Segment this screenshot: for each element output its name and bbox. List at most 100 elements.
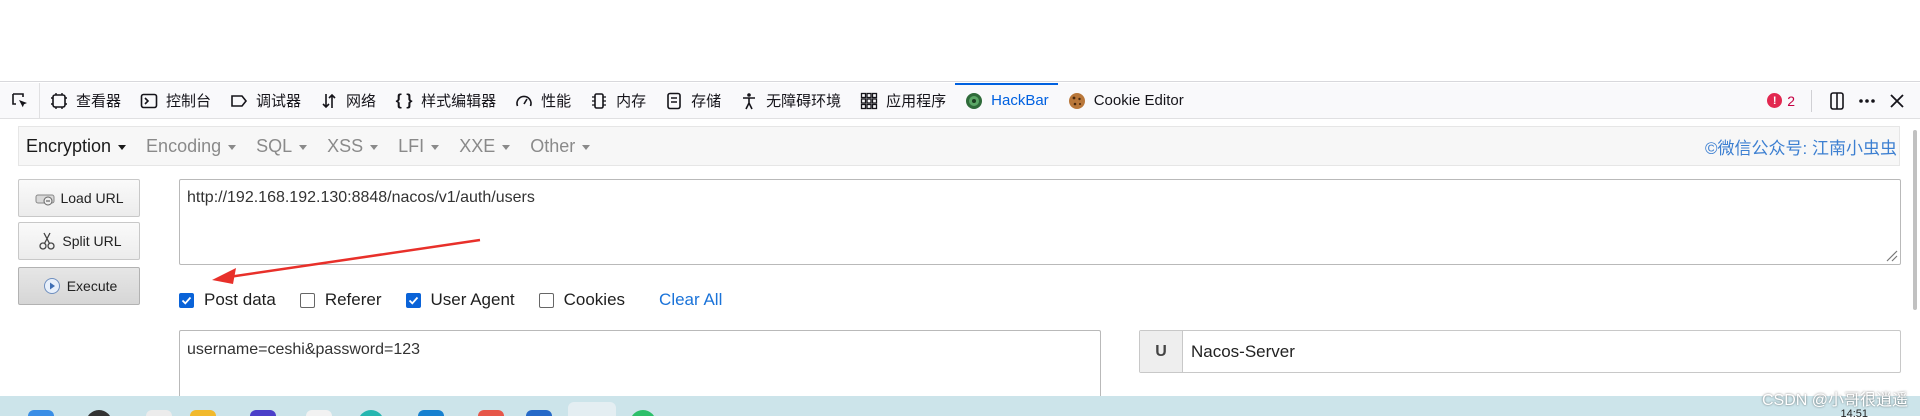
url-textarea[interactable]: http://192.168.192.130:8848/nacos/v1/aut… <box>179 179 1901 265</box>
caret-down-icon <box>502 144 511 150</box>
tab-label: 查看器 <box>76 93 122 110</box>
menu-sql[interactable]: SQL <box>246 126 317 166</box>
error-icon: ! <box>1767 93 1783 108</box>
option-user-agent[interactable]: User Agent <box>405 290 515 310</box>
load-url-button[interactable]: Load URL <box>18 179 140 217</box>
resize-grip-icon[interactable] <box>1884 248 1898 262</box>
element-picker-icon <box>11 92 27 107</box>
menu-xxe[interactable]: XXE <box>449 126 520 166</box>
os-taskbar <box>0 396 1920 416</box>
menu-label: Encoding <box>146 135 222 156</box>
caret-down-icon <box>118 144 127 150</box>
tab-cookie-editor[interactable]: Cookie Editor <box>1058 83 1193 119</box>
tab-application[interactable]: 应用程序 <box>850 83 955 119</box>
start-menu-icon[interactable] <box>28 410 54 416</box>
url-value: http://192.168.192.130:8848/nacos/v1/aut… <box>187 189 535 206</box>
tab-network[interactable]: 网络 <box>310 83 385 119</box>
divider <box>1811 89 1812 112</box>
tab-label: 应用程序 <box>886 93 947 110</box>
clear-all-link[interactable]: Clear All <box>659 290 722 310</box>
caret-down-icon <box>299 144 308 150</box>
tab-label: 存储 <box>691 93 722 110</box>
scissors-icon <box>36 231 58 251</box>
button-label: Split URL <box>62 233 122 249</box>
user-agent-addon-label: U <box>1140 331 1183 372</box>
search-icon[interactable] <box>86 410 112 416</box>
element-picker-button[interactable] <box>0 82 40 119</box>
error-count-badge[interactable]: ! 2 <box>1767 93 1795 109</box>
menu-encryption[interactable]: Encryption <box>19 126 136 166</box>
tab-style-editor[interactable]: { } 样式编辑器 <box>385 83 505 119</box>
checkbox-unchecked-icon[interactable] <box>538 292 554 308</box>
execute-button[interactable]: Execute <box>18 267 140 305</box>
menu-encoding[interactable]: Encoding <box>136 126 246 166</box>
menu-xss[interactable]: XSS <box>317 126 388 166</box>
dock-side-icon <box>1830 91 1844 110</box>
option-label: Cookies <box>563 290 626 309</box>
tab-label: 内存 <box>616 93 647 110</box>
style-editor-icon: { } <box>395 91 413 109</box>
tab-hackbar[interactable]: HackBar <box>955 82 1058 119</box>
vertical-scrollbar[interactable] <box>1913 130 1917 310</box>
tab-performance[interactable]: 性能 <box>505 83 580 119</box>
error-count: 2 <box>1787 92 1795 109</box>
tab-label: Cookie Editor <box>1093 92 1184 109</box>
close-icon <box>1890 93 1904 108</box>
watermark-text: CSDN @小哥很逍遥 <box>1761 392 1908 409</box>
menu-label: Encryption <box>26 135 112 156</box>
checkbox-unchecked-icon[interactable] <box>299 292 315 308</box>
memory-icon <box>589 91 609 111</box>
more-options-button[interactable] <box>1852 86 1882 116</box>
taskbar-app-icon[interactable] <box>478 410 504 416</box>
application-icon <box>859 91 879 111</box>
button-label: Execute <box>66 278 118 294</box>
menu-lfi[interactable]: LFI <box>388 126 449 166</box>
taskbar-app-icon[interactable] <box>630 410 656 416</box>
browser-content-blank <box>0 0 1920 82</box>
tab-label: 样式编辑器 <box>421 93 497 110</box>
hackbar-icon <box>964 91 984 111</box>
tab-storage[interactable]: 存储 <box>655 83 730 119</box>
menu-label: Other <box>530 135 576 156</box>
folder-icon[interactable] <box>190 410 216 416</box>
taskbar-app-icon[interactable] <box>526 410 552 416</box>
checkbox-checked-icon[interactable] <box>179 292 194 308</box>
tab-label: 控制台 <box>166 93 212 110</box>
taskbar-app-icon[interactable] <box>418 410 444 416</box>
tab-debugger[interactable]: 调试器 <box>220 83 310 119</box>
user-agent-input[interactable]: Nacos-Server <box>1183 331 1900 372</box>
tab-inspector[interactable]: 查看器 <box>40 83 130 119</box>
tab-memory[interactable]: 内存 <box>580 83 655 119</box>
menu-label: XSS <box>327 135 364 156</box>
option-cookies[interactable]: Cookies <box>538 290 626 310</box>
taskbar-active-app-icon[interactable] <box>568 402 616 416</box>
tab-accessibility[interactable]: 无障碍环境 <box>730 83 850 119</box>
accessibility-icon <box>739 91 759 111</box>
devtools-toolbar: 查看器 控制台 调试器 网络 { } 样式编辑器 性能 内存 存储 无障碍环境 … <box>0 82 1920 119</box>
caret-down-icon <box>431 144 440 150</box>
option-referer[interactable]: Referer <box>299 290 382 310</box>
storage-icon <box>664 91 684 111</box>
tab-label: HackBar <box>991 92 1049 109</box>
option-label: Post data <box>204 290 276 309</box>
console-icon <box>139 91 159 111</box>
menu-other[interactable]: Other <box>520 126 600 166</box>
taskbar-app-icon[interactable] <box>358 410 384 416</box>
caret-down-icon <box>370 144 379 150</box>
request-options: Post data Referer User Agent Cookies Cle… <box>179 288 722 312</box>
user-agent-value: Nacos-Server <box>1191 341 1295 361</box>
split-url-button[interactable]: Split URL <box>18 222 140 260</box>
inspector-icon <box>49 91 69 111</box>
taskbar-app-icon[interactable] <box>146 410 172 416</box>
caret-down-icon <box>228 144 237 150</box>
taskbar-app-icon[interactable] <box>250 410 276 416</box>
checkbox-checked-icon[interactable] <box>405 292 421 308</box>
credit-link[interactable]: ©微信公众号: 江南小虫虫 <box>1705 134 1899 159</box>
option-post-data[interactable]: Post data <box>179 290 276 310</box>
dock-toggle-button[interactable] <box>1822 86 1852 116</box>
taskbar-app-icon[interactable] <box>306 410 332 416</box>
button-label: Load URL <box>60 190 124 206</box>
close-devtools-button[interactable] <box>1882 86 1912 116</box>
menu-label: SQL <box>256 135 293 156</box>
tab-console[interactable]: 控制台 <box>130 83 220 119</box>
